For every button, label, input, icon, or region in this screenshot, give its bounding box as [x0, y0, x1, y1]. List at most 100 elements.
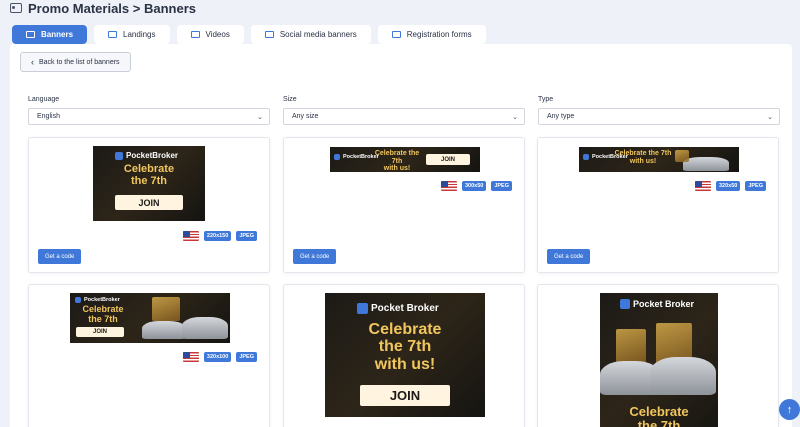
filter-label: Type: [538, 96, 554, 103]
size-badge: 320x100: [203, 352, 232, 362]
browser-icon: [108, 31, 118, 38]
back-button-label: Back to the list of banners: [39, 58, 120, 66]
image-icon: [10, 3, 22, 13]
headline-line: with us!: [629, 157, 657, 165]
brand-mark-icon: [334, 154, 340, 160]
brand-name: Pocket Broker: [371, 303, 439, 314]
banner-card: PocketBroker Celebrate the 7th JOIN 220x…: [28, 137, 270, 273]
banner-card: Pocket Broker Celebrate the 7th with us!…: [283, 284, 525, 427]
us-flag-icon: [182, 231, 199, 241]
chevron-down-icon: ⌄: [257, 113, 263, 121]
banner-image[interactable]: PocketBroker Celebrate the 7th JOIN: [70, 293, 230, 343]
select-value: English: [37, 113, 60, 120]
banner-headline: Celebrate the 7th: [93, 163, 205, 188]
banner-image[interactable]: Pocket Broker Celebrate the 7th with us!…: [325, 293, 485, 417]
language-select[interactable]: English ⌄: [28, 108, 270, 125]
tab-videos[interactable]: Videos: [176, 25, 244, 44]
brand-mark-icon: [115, 151, 123, 160]
banner-image[interactable]: Pocket Broker Celebrate the 7th: [600, 293, 718, 427]
social-icon: [264, 31, 274, 38]
join-label: JOIN: [360, 385, 450, 406]
get-code-button[interactable]: Get a code: [547, 249, 591, 264]
size-badge: 300x50: [461, 181, 487, 191]
size-filter: Size Any size ⌄: [283, 96, 525, 125]
headline-line: Celebrate: [629, 404, 689, 419]
brand-logo: PocketBroker: [75, 297, 120, 303]
banner-image[interactable]: PocketBroker Celebrate the 7th with us! …: [330, 147, 480, 172]
format-badge: JPEG: [745, 181, 766, 191]
brand-mark-icon: [75, 297, 81, 303]
headline-line: the 7th: [130, 174, 168, 187]
tab-landings[interactable]: Landings: [94, 25, 170, 44]
brand-name: Pocket Broker: [633, 299, 695, 309]
banner-card: PocketBroker Celebrate the 7th with us! …: [537, 137, 779, 273]
brand-logo: Pocket Broker: [357, 303, 439, 314]
headline-line: the 7th: [378, 338, 432, 356]
banner-meta: 300x50 JPEG: [440, 181, 512, 191]
headline-line: Celebrate the 7th: [614, 150, 672, 157]
tab-label: Videos: [205, 30, 230, 39]
headline-line: Celebrate the 7th: [374, 150, 420, 165]
banner-headline: Celebrate the 7th with us!: [613, 150, 673, 165]
banner-card: Pocket Broker Celebrate the 7th: [537, 284, 779, 427]
language-filter: Language English ⌄: [28, 96, 270, 125]
brand-mark-icon: [357, 303, 368, 314]
gift-image: [152, 297, 180, 321]
page-header: Promo Materials > Banners: [10, 0, 196, 16]
gift-image: [616, 329, 646, 363]
banner-headline: Celebrate the 7th: [600, 404, 718, 427]
get-code-button[interactable]: Get a code: [38, 249, 82, 264]
select-value: Any size: [292, 113, 319, 120]
tab-social-media-banners[interactable]: Social media banners: [250, 25, 371, 44]
join-label: JOIN: [76, 327, 124, 337]
headline-line: the 7th: [637, 418, 681, 427]
brand-mark-icon: [583, 154, 589, 160]
chevron-down-icon: ⌄: [767, 113, 773, 121]
banner-card: PocketBroker Celebrate the 7th with us! …: [283, 137, 525, 273]
tab-registration-forms[interactable]: Registration forms: [377, 25, 486, 44]
scroll-to-top-button[interactable]: ↑: [779, 399, 800, 420]
chevron-down-icon: ⌄: [512, 113, 518, 121]
filter-label: Language: [28, 96, 60, 103]
tab-label: Banners: [41, 30, 74, 39]
size-select[interactable]: Any size ⌄: [283, 108, 525, 125]
format-badge: JPEG: [491, 181, 512, 191]
filter-label: Size: [283, 96, 297, 103]
banner-meta: 320x100 JPEG: [182, 352, 257, 362]
us-flag-icon: [182, 352, 199, 362]
form-icon: [391, 31, 401, 38]
tab-label: Registration forms: [406, 30, 472, 39]
headline-line: the 7th: [88, 313, 118, 324]
banner-card: PocketBroker Celebrate the 7th JOIN 320x…: [28, 284, 270, 427]
gift-image: [675, 150, 689, 162]
type-filter: Type Any type ⌄: [538, 96, 780, 125]
headline-line: Celebrate: [368, 321, 442, 338]
car-image: [142, 321, 186, 339]
tab-label: Landings: [123, 30, 156, 39]
page-title: Promo Materials > Banners: [28, 0, 196, 16]
banner-headline: Celebrate the 7th with us!: [325, 321, 485, 373]
arrow-up-icon: ↑: [786, 403, 793, 416]
car-image: [182, 317, 228, 339]
get-code-button[interactable]: Get a code: [293, 249, 337, 264]
brand-name: PocketBroker: [126, 151, 179, 160]
brand-logo: PocketBroker: [115, 151, 178, 160]
back-to-list-button[interactable]: ‹ Back to the list of banners: [20, 52, 131, 72]
banner-meta: 220x150 JPEG: [182, 231, 257, 241]
us-flag-icon: [440, 181, 457, 191]
headline-line: with us!: [383, 165, 411, 172]
brand-mark-icon: [620, 299, 630, 309]
tab-banners[interactable]: Banners: [12, 25, 88, 44]
banner-headline: Celebrate the 7th: [73, 304, 133, 324]
brand-logo: Pocket Broker: [620, 299, 694, 309]
headline-line: with us!: [374, 355, 436, 373]
video-icon: [190, 31, 200, 38]
tab-label: Social media banners: [279, 30, 357, 39]
image-icon: [26, 31, 35, 38]
banner-image[interactable]: PocketBroker Celebrate the 7th JOIN: [93, 146, 205, 221]
type-select[interactable]: Any type ⌄: [538, 108, 780, 125]
join-label: JOIN: [426, 154, 470, 165]
tab-bar: Banners Landings Videos Social media ban…: [12, 25, 486, 44]
banner-image[interactable]: PocketBroker Celebrate the 7th with us!: [579, 147, 739, 172]
car-image: [683, 157, 729, 171]
